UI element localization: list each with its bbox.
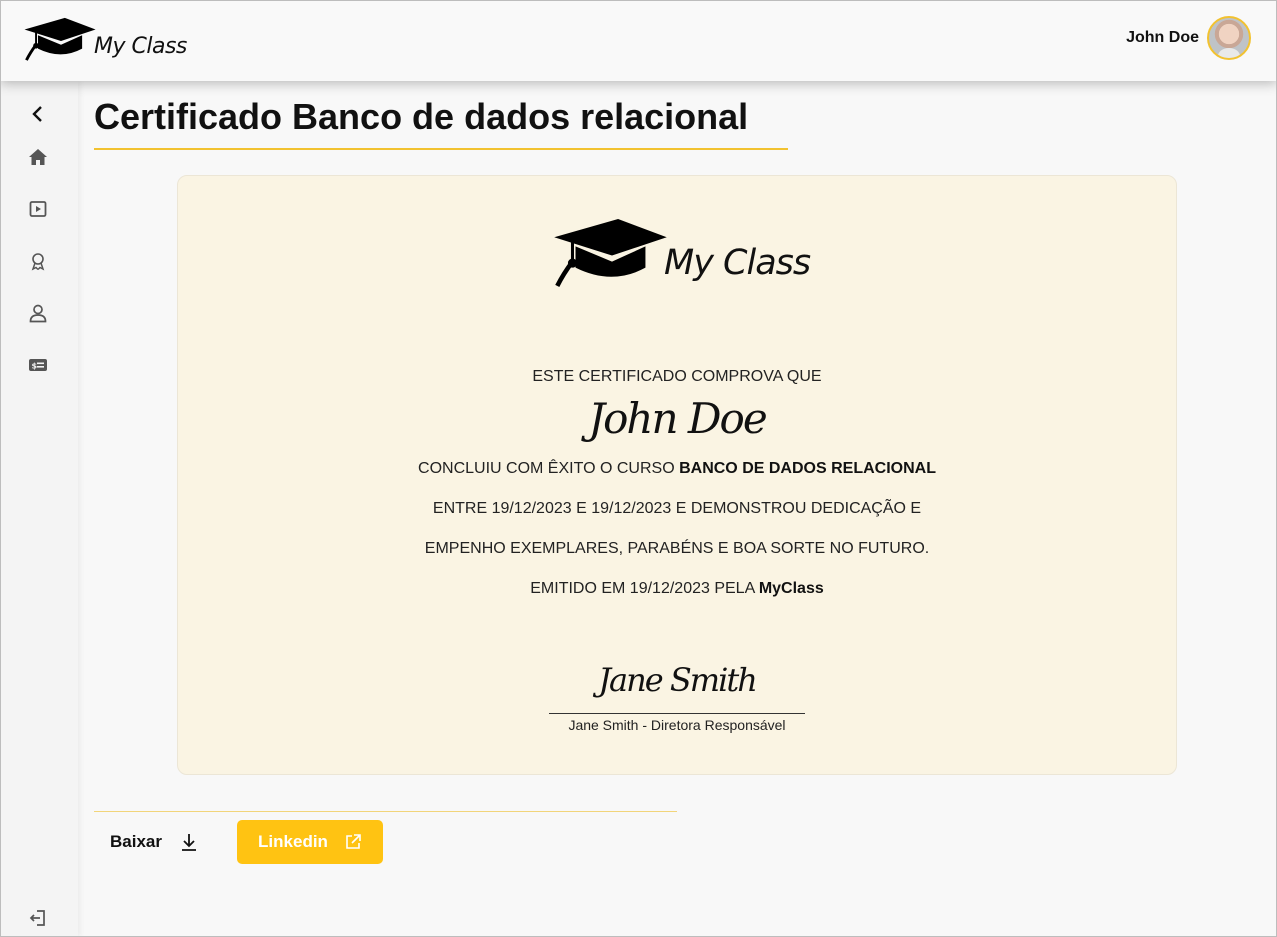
linkedin-label: Linkedin (258, 832, 328, 851)
issued-prefix: EMITIDO EM 19/12/2023 PELA (530, 580, 759, 597)
sidebar-item-certificates[interactable] (27, 250, 49, 272)
signer-caption: Jane Smith - Diretora Responsável (568, 717, 786, 733)
play-icon (29, 201, 47, 217)
graduation-cap-icon (554, 219, 667, 287)
download-icon (181, 834, 196, 851)
certificate-card: My Class ESTE CERTIFICADO COMPROVA QUE J… (177, 175, 1177, 775)
award-icon (31, 253, 45, 271)
page-title: Certificado Banco de dados relacional (94, 96, 788, 150)
user-icon (29, 304, 47, 323)
external-link-icon (346, 834, 361, 849)
avatar[interactable] (1207, 16, 1251, 60)
app-name: My Class (94, 33, 187, 59)
download-label: Baixar (110, 832, 162, 851)
signature: Jane Smith (598, 661, 758, 699)
graduation-cap-icon (24, 17, 96, 61)
actions-divider (94, 811, 677, 812)
issuer-name: MyClass (758, 580, 824, 597)
student-name: John Doe (588, 394, 767, 443)
course-name: BANCO DE DADOS RELACIONAL (679, 460, 936, 477)
logout-button[interactable] (27, 907, 49, 929)
top-header: My Class John Doe (0, 0, 1277, 81)
sidebar-item-payments[interactable]: $ (27, 354, 49, 376)
payment-icon: $ (29, 359, 47, 371)
sidebar: $ (0, 81, 78, 937)
home-icon (29, 149, 47, 165)
period-line: ENTRE 19/12/2023 E 19/12/2023 E DEMONSTR… (432, 500, 922, 517)
issued-line: EMITIDO EM 19/12/2023 PELA MyClass (178, 580, 1176, 598)
certificate-intro: ESTE CERTIFICADO COMPROVA QUE (532, 368, 822, 385)
logout-icon (29, 910, 45, 926)
svg-text:$: $ (32, 362, 38, 371)
praise-line: EMPENHO EXEMPLARES, PARABÉNS E BOA SORTE… (424, 540, 930, 557)
download-button[interactable]: Baixar (96, 820, 212, 864)
certificate-logo-text: My Class (664, 243, 811, 283)
linkedin-button[interactable]: Linkedin (237, 820, 383, 864)
user-menu[interactable]: John Doe (1126, 16, 1251, 60)
signature-line (549, 713, 805, 714)
sidebar-item-courses[interactable] (27, 198, 49, 220)
app-logo[interactable]: My Class (22, 16, 187, 64)
certificate-logo: My Class (550, 216, 811, 292)
course-line: CONCLUIU COM ÊXITO O CURSO BANCO DE DADO… (178, 460, 1176, 478)
course-prefix: CONCLUIU COM ÊXITO O CURSO (418, 460, 680, 477)
user-name: John Doe (1126, 29, 1199, 46)
sidebar-item-home[interactable] (27, 146, 49, 168)
chevron-left-icon (32, 106, 42, 122)
sidebar-item-profile[interactable] (27, 302, 49, 324)
collapse-sidebar-button[interactable] (27, 103, 49, 125)
